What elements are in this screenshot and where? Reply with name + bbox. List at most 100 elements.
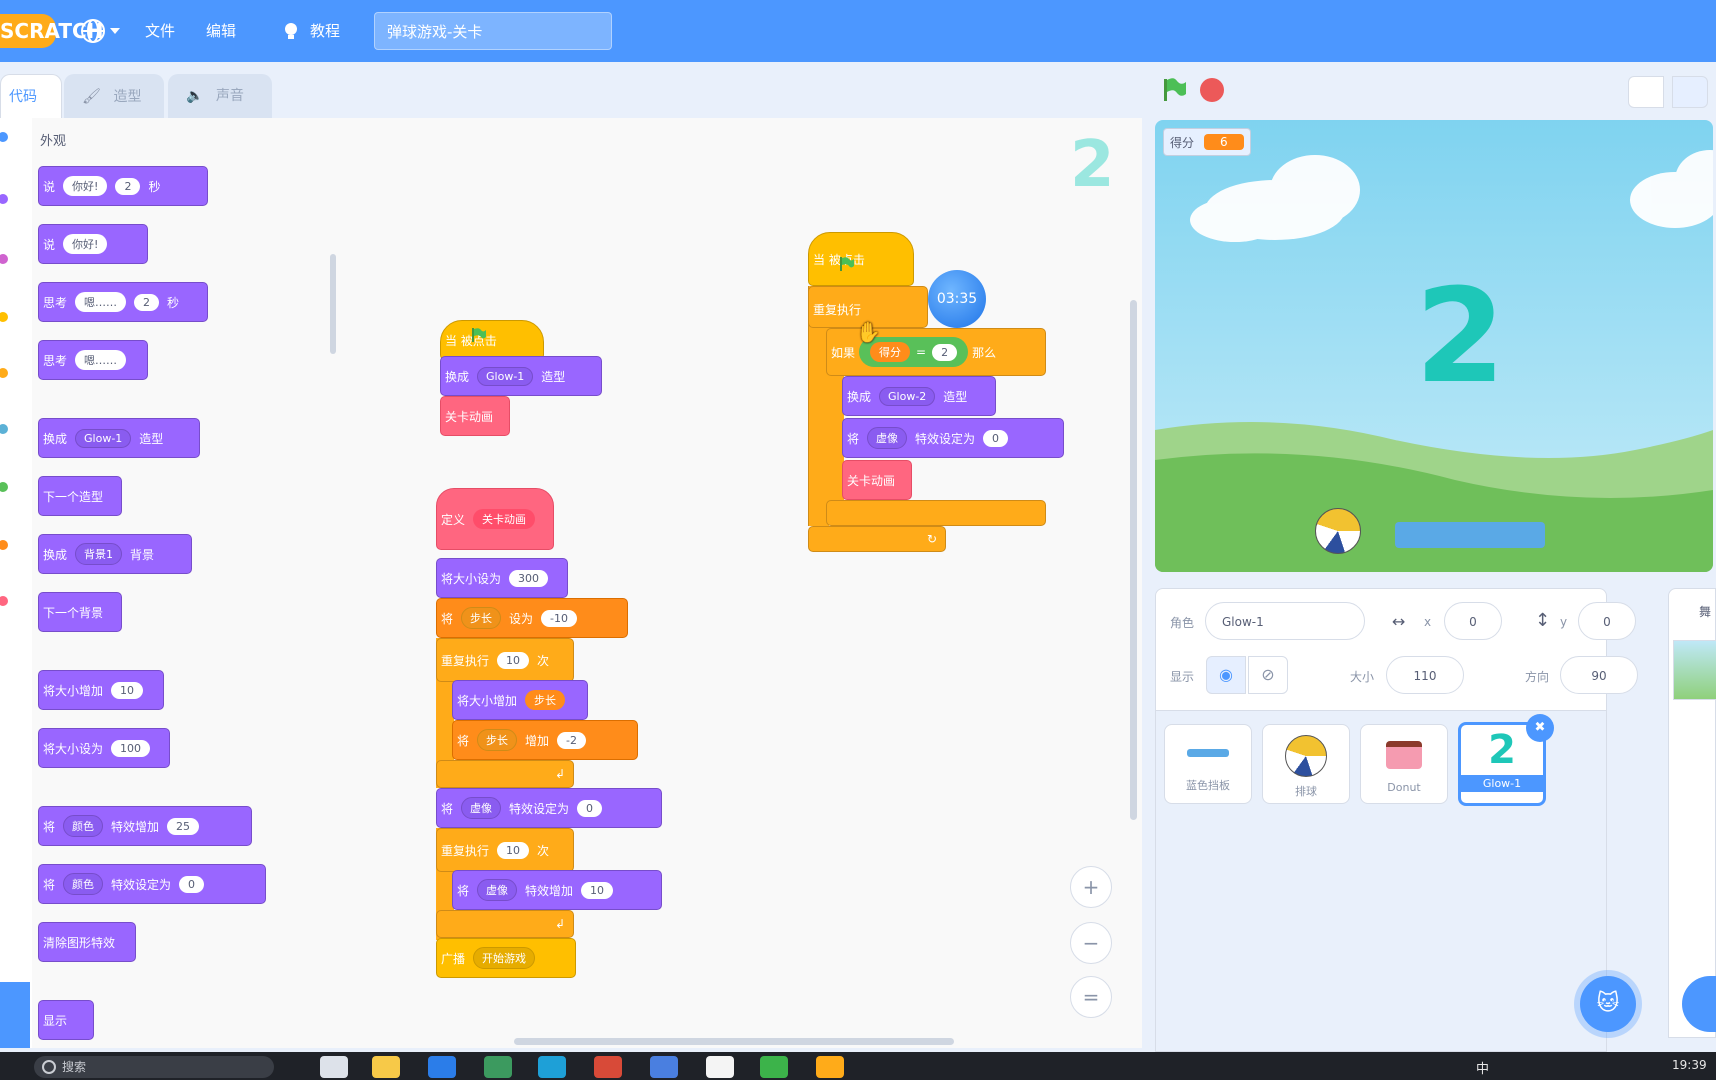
- taskbar-folder-icon[interactable]: [372, 1056, 400, 1078]
- script3-hat-block[interactable]: 当 被点击: [808, 232, 914, 286]
- effect-dropdown[interactable]: 虚像: [477, 879, 518, 901]
- block-input[interactable]: 10: [581, 881, 614, 899]
- palette-next-costume-block[interactable]: 下一个造型: [38, 476, 122, 516]
- script2-set-ghost-block[interactable]: 将 虚像 特效设定为 0: [436, 788, 662, 828]
- zoom-reset-button[interactable]: =: [1070, 976, 1112, 1018]
- taskbar-app-icon[interactable]: [484, 1056, 512, 1078]
- script2-repeat2-block[interactable]: 重复执行 10 次: [436, 828, 574, 872]
- stage-sprite-glyph[interactable]: 2: [1415, 260, 1505, 412]
- size-input[interactable]: 110: [1386, 656, 1464, 694]
- variable-dropdown[interactable]: 步长: [461, 607, 502, 629]
- palette-next-backdrop-block[interactable]: 下一个背景: [38, 592, 122, 632]
- block-input[interactable]: 10: [497, 841, 530, 859]
- block-input[interactable]: 300: [509, 569, 549, 587]
- block-input[interactable]: 嗯……: [75, 292, 127, 312]
- block-input[interactable]: -2: [557, 731, 586, 749]
- volleyball-sprite[interactable]: [1315, 508, 1361, 554]
- script2-repeat1-block[interactable]: 重复执行 10 次: [436, 638, 574, 682]
- large-stage-button[interactable]: [1672, 76, 1708, 108]
- script1-call-block[interactable]: 关卡动画: [440, 396, 510, 436]
- palette-clear-effects-block[interactable]: 清除图形特效: [38, 922, 136, 962]
- taskbar-app-icon[interactable]: [706, 1056, 734, 1078]
- taskbar-wechat-icon[interactable]: [760, 1056, 788, 1078]
- taskbar-app-icon[interactable]: [428, 1056, 456, 1078]
- backdrop-thumbnail[interactable]: [1673, 640, 1716, 700]
- script1-switch-costume-block[interactable]: 换成 Glow-1 造型: [440, 356, 602, 396]
- tab-costumes[interactable]: 🖌 造型: [64, 74, 164, 118]
- sprite-thumb-volleyball[interactable]: 排球: [1262, 724, 1350, 804]
- language-globe-icon[interactable]: [80, 18, 106, 44]
- palette-set-size-block[interactable]: 将大小设为 100: [38, 728, 170, 768]
- palette-scrollbar[interactable]: [330, 254, 336, 354]
- variable-reporter[interactable]: 得分: [870, 342, 911, 362]
- effect-dropdown[interactable]: 虚像: [867, 427, 908, 449]
- block-input[interactable]: 你好!: [63, 176, 108, 196]
- script3-switch-costume-block[interactable]: 换成 Glow-2 造型: [842, 376, 996, 416]
- workspace-vertical-scrollbar[interactable]: [1130, 300, 1137, 820]
- zoom-in-button[interactable]: +: [1070, 866, 1112, 908]
- palette-switch-backdrop-block[interactable]: 换成 背景1 背景: [38, 534, 192, 574]
- direction-input[interactable]: 90: [1560, 656, 1638, 694]
- broadcast-dropdown[interactable]: 开始游戏: [473, 947, 536, 969]
- block-input[interactable]: 10: [111, 681, 144, 699]
- palette-change-size-block[interactable]: 将大小增加 10: [38, 670, 164, 710]
- sprite-thumb-donut[interactable]: Donut: [1360, 724, 1448, 804]
- y-input[interactable]: 0: [1578, 602, 1636, 640]
- block-input[interactable]: 100: [111, 739, 151, 757]
- script3-call-block[interactable]: 关卡动画: [842, 460, 912, 500]
- tab-code[interactable]: 代码: [0, 74, 62, 118]
- costume-dropdown[interactable]: Glow-1: [477, 366, 534, 386]
- palette-show-block[interactable]: 显示: [38, 1000, 94, 1040]
- script2-change-var-block[interactable]: 将 步长 增加 -2: [452, 720, 638, 760]
- block-input[interactable]: 0: [983, 429, 1009, 447]
- sprite-name-input[interactable]: Glow-1: [1205, 602, 1365, 640]
- sprite-thumb-paddle[interactable]: 蓝色挡板: [1164, 724, 1252, 804]
- add-extension-button[interactable]: [0, 982, 30, 1048]
- menu-file[interactable]: 文件: [145, 20, 175, 41]
- taskbar-app-icon[interactable]: [650, 1056, 678, 1078]
- script2-set-size-block[interactable]: 将大小设为 300: [436, 558, 568, 598]
- palette-think-secs-block[interactable]: 思考 嗯…… 2 秒: [38, 282, 208, 322]
- blue-paddle-sprite[interactable]: [1395, 522, 1545, 548]
- taskbar-app-icon[interactable]: [320, 1056, 348, 1078]
- script1-hat-block[interactable]: 当 被点击: [440, 320, 544, 360]
- block-input[interactable]: 2: [932, 343, 958, 361]
- block-input[interactable]: 25: [167, 817, 200, 835]
- block-input[interactable]: 0: [179, 875, 205, 893]
- taskbar-ime-indicator[interactable]: 中: [1476, 1058, 1489, 1077]
- workspace-horizontal-scrollbar[interactable]: [514, 1038, 954, 1045]
- script2-change-size-block[interactable]: 将大小增加 步长: [452, 680, 588, 720]
- taskbar-search[interactable]: 搜索: [34, 1056, 274, 1078]
- taskbar-app-icon[interactable]: [538, 1056, 566, 1078]
- project-title-input[interactable]: 弹球游戏-关卡: [374, 12, 612, 50]
- variable-dropdown[interactable]: 步长: [477, 729, 518, 751]
- costume-dropdown[interactable]: Glow-1: [75, 428, 132, 448]
- block-input[interactable]: 10: [497, 651, 530, 669]
- effect-dropdown[interactable]: 颜色: [63, 815, 104, 837]
- stop-button[interactable]: [1200, 78, 1224, 102]
- block-input[interactable]: 你好!: [63, 234, 108, 254]
- score-monitor[interactable]: 得分 6: [1163, 128, 1251, 156]
- menu-edit[interactable]: 编辑: [206, 20, 236, 41]
- script2-set-var-block[interactable]: 将 步长 设为 -10: [436, 598, 628, 638]
- taskbar-clock[interactable]: 19:39: [1672, 1058, 1707, 1072]
- stage-canvas[interactable]: 得分 6 2: [1155, 120, 1713, 572]
- palette-think-block[interactable]: 思考 嗯……: [38, 340, 148, 380]
- script3-set-ghost-block[interactable]: 将 虚像 特效设定为 0: [842, 418, 1064, 458]
- add-sprite-button[interactable]: 🐱: [1580, 976, 1636, 1032]
- script2-change-ghost-block[interactable]: 将 虚像 特效增加 10: [452, 870, 662, 910]
- taskbar-app-icon[interactable]: [594, 1056, 622, 1078]
- zoom-out-button[interactable]: −: [1070, 922, 1112, 964]
- variable-reporter[interactable]: 步长: [525, 690, 566, 710]
- palette-change-effect-block[interactable]: 将 颜色 特效增加 25: [38, 806, 252, 846]
- effect-dropdown[interactable]: 虚像: [461, 797, 502, 819]
- block-input[interactable]: -10: [541, 609, 577, 627]
- script2-define-block[interactable]: 定义 关卡动画: [436, 488, 554, 550]
- small-stage-button[interactable]: [1628, 76, 1664, 108]
- backdrop-dropdown[interactable]: 背景1: [75, 543, 123, 565]
- menu-tutorials[interactable]: 教程: [310, 20, 340, 41]
- block-input[interactable]: 0: [577, 799, 603, 817]
- show-visible-button[interactable]: ◉: [1206, 656, 1246, 694]
- scratch-logo[interactable]: SCRATCH: [0, 14, 103, 48]
- palette-say-block[interactable]: 说 你好!: [38, 224, 148, 264]
